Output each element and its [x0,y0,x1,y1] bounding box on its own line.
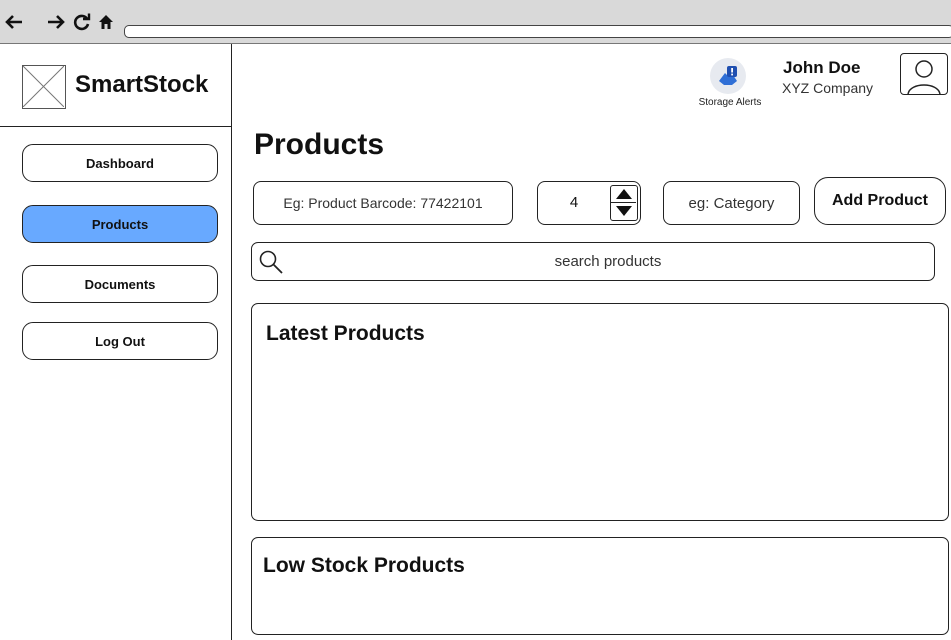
quantity-value[interactable]: 4 [538,182,610,223]
user-name: John Doe [783,58,861,77]
search-icon [259,250,283,274]
sidebar-item-products[interactable]: Products [22,205,218,243]
barcode-input[interactable] [253,181,513,225]
user-company: XYZ Company [782,80,874,96]
storage-alerts-label: Storage Alerts [698,97,762,108]
sidebar-item-logout[interactable]: Log Out [22,322,218,360]
triangle-down-icon [615,206,632,217]
quantity-stepper[interactable]: 4 [537,181,641,225]
address-bar[interactable] [124,25,951,38]
brand-header: SmartStock [0,44,232,127]
browser-toolbar [0,0,951,44]
user-avatar-icon[interactable] [900,53,948,95]
search-bar[interactable] [251,242,935,281]
latest-products-panel: Latest Products [251,303,949,521]
storage-alerts-button[interactable]: Storage Alerts [692,55,768,111]
sidebar-item-dashboard[interactable]: Dashboard [22,144,218,182]
stepper-buttons [610,185,638,221]
arrow-left-icon[interactable] [4,12,24,32]
sidebar-item-documents[interactable]: Documents [22,265,218,303]
sidebar: SmartStock Dashboard Products Documents … [0,44,232,640]
low-stock-panel: Low Stock Products [251,537,949,635]
increment-button[interactable] [611,186,636,203]
add-product-button[interactable]: Add Product [814,177,946,225]
search-input[interactable] [288,245,928,278]
decrement-button[interactable] [611,203,636,220]
triangle-up-icon [615,188,632,199]
arrow-right-icon[interactable] [46,12,66,32]
category-input[interactable] [663,181,800,225]
reload-icon[interactable] [72,12,92,32]
home-icon[interactable] [96,12,116,32]
image-placeholder-icon [22,65,66,109]
low-stock-title: Low Stock Products [263,554,465,577]
page-title: Products [254,128,385,161]
storage-alert-icon[interactable] [710,58,746,94]
brand-name: SmartStock [75,71,209,98]
latest-products-title: Latest Products [266,322,425,345]
